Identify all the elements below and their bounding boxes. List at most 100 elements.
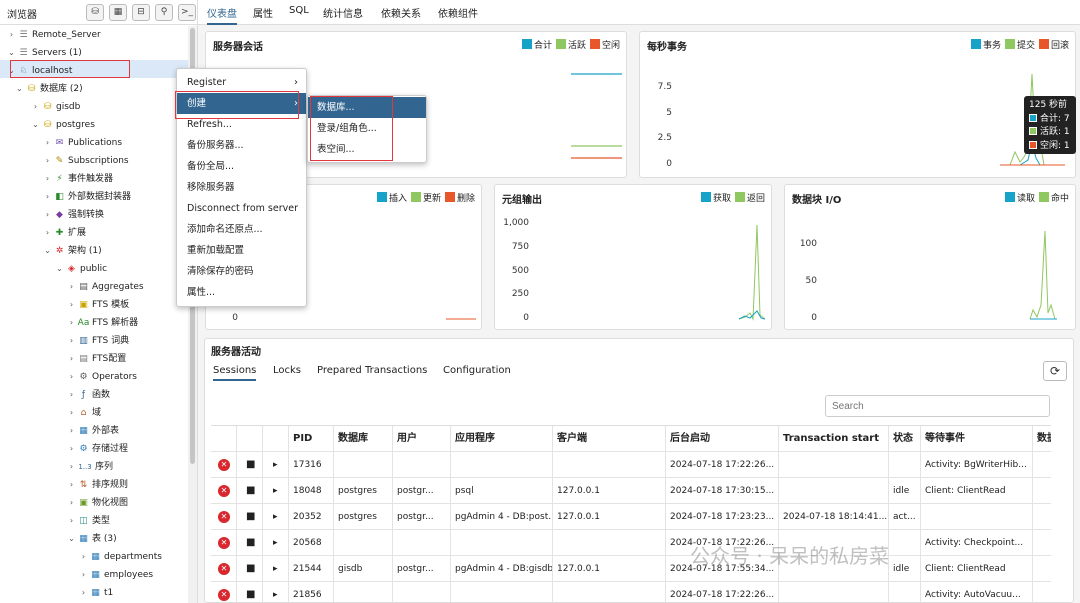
context-menu-item[interactable]: Disconnect from server	[177, 198, 306, 219]
search-tool-button[interactable]: ⚲	[155, 4, 173, 21]
chevron-right-icon[interactable]: ›	[66, 458, 77, 476]
chevron-right-icon[interactable]: ›	[78, 548, 89, 566]
expand-row-icon[interactable]: ▸	[273, 486, 278, 496]
chevron-right-icon[interactable]: ›	[66, 368, 77, 386]
cancel-session-icon[interactable]: ✕	[218, 563, 230, 575]
tree-item[interactable]: › ⇅ 排序规则	[66, 476, 128, 494]
expand-row-icon[interactable]: ▸	[273, 460, 278, 470]
tree-item[interactable]: › ▥ FTS 词典	[66, 332, 129, 350]
tree-item[interactable]: › ▦ employees	[78, 566, 153, 584]
terminate-session-icon[interactable]: ■	[246, 459, 255, 470]
tree-item[interactable]: › ▣ FTS 模板	[66, 296, 129, 314]
tree-item[interactable]: › ▦ 外部表	[66, 422, 119, 440]
tree-item[interactable]: ⌄ ⛁ postgres	[30, 116, 95, 134]
chevron-down-icon[interactable]: ⌄	[42, 242, 53, 260]
chevron-right-icon[interactable]: ›	[66, 350, 77, 368]
chevron-right-icon[interactable]: ›	[42, 224, 53, 242]
terminal-tool-button[interactable]: >_	[178, 4, 196, 21]
database-tool-button[interactable]: ⛁	[86, 4, 104, 21]
chevron-right-icon[interactable]: ›	[6, 26, 17, 44]
expand-row-icon[interactable]: ▸	[273, 590, 278, 600]
context-menu-item[interactable]: 属性...	[177, 282, 306, 303]
tree-item[interactable]: › ▣ 物化视图	[66, 494, 128, 512]
terminate-session-icon[interactable]: ■	[246, 589, 255, 600]
chevron-right-icon[interactable]: ›	[30, 98, 41, 116]
terminate-session-icon[interactable]: ■	[246, 537, 255, 548]
tree-item[interactable]: › ▦ departments	[78, 548, 162, 566]
tree-item[interactable]: ⌄ ◈ public	[54, 260, 107, 278]
chevron-right-icon[interactable]: ›	[42, 170, 53, 188]
tab-1[interactable]: 属性	[253, 5, 273, 20]
chevron-right-icon[interactable]: ›	[66, 476, 77, 494]
chevron-down-icon[interactable]: ⌄	[30, 116, 41, 134]
context-menu-item[interactable]: 重新加载配置	[177, 240, 306, 261]
expand-row-icon[interactable]: ▸	[273, 512, 278, 522]
cancel-session-icon[interactable]: ✕	[218, 485, 230, 497]
tree-item[interactable]: › ⛁ gisdb	[30, 98, 80, 116]
chevron-right-icon[interactable]: ›	[66, 404, 77, 422]
tree-item[interactable]: › ◆ 强制转换	[42, 206, 104, 224]
activity-tab[interactable]: Configuration	[443, 365, 511, 376]
context-menu-item[interactable]: 添加命名还原点...	[177, 219, 306, 240]
chevron-down-icon[interactable]: ⌄	[66, 530, 77, 548]
tab-5[interactable]: 依赖组件	[438, 5, 478, 20]
tree-item[interactable]: › ✉ Publications	[42, 134, 122, 152]
tree-item[interactable]: › ƒ 函数	[66, 386, 110, 404]
activity-search-input[interactable]	[825, 395, 1050, 417]
filter-tool-button[interactable]: ⊟	[132, 4, 150, 21]
tree-item[interactable]: › ⚙ 存储过程	[66, 440, 128, 458]
terminate-session-icon[interactable]: ■	[246, 511, 255, 522]
tab-2[interactable]: SQL	[289, 5, 309, 16]
tree-item[interactable]: › Aa FTS 解析器	[66, 314, 138, 332]
activity-tab[interactable]: Locks	[273, 365, 301, 376]
tree-item[interactable]: › ☰ Remote_Server	[6, 26, 101, 44]
tree-item[interactable]: › ◫ 类型	[66, 512, 110, 530]
chevron-right-icon[interactable]: ›	[42, 206, 53, 224]
chevron-right-icon[interactable]: ›	[42, 152, 53, 170]
tab-0[interactable]: 仪表盘	[207, 5, 237, 25]
tree-item[interactable]: › ✎ Subscriptions	[42, 152, 129, 170]
tree-item[interactable]: › ✚ 扩展	[42, 224, 86, 242]
tree-item[interactable]: › ▦ t1	[78, 584, 113, 602]
chevron-right-icon[interactable]: ›	[66, 332, 77, 350]
terminate-session-icon[interactable]: ■	[246, 563, 255, 574]
cancel-session-icon[interactable]: ✕	[218, 511, 230, 523]
chevron-down-icon[interactable]: ⌄	[14, 80, 25, 98]
terminate-session-icon[interactable]: ■	[246, 485, 255, 496]
chevron-right-icon[interactable]: ›	[78, 584, 89, 602]
tree-item[interactable]: › 1..3 序列	[66, 458, 113, 476]
chevron-right-icon[interactable]: ›	[66, 512, 77, 530]
chevron-right-icon[interactable]: ›	[66, 440, 77, 458]
chevron-right-icon[interactable]: ›	[66, 494, 77, 512]
chevron-down-icon[interactable]: ⌄	[54, 260, 65, 278]
chevron-right-icon[interactable]: ›	[66, 422, 77, 440]
context-menu-item[interactable]: Register ›	[177, 72, 306, 93]
cancel-session-icon[interactable]: ✕	[218, 537, 230, 549]
chevron-right-icon[interactable]: ›	[66, 278, 77, 296]
chevron-right-icon[interactable]: ›	[42, 188, 53, 206]
tree-item[interactable]: ⌄ ✲ 架构 (1)	[42, 242, 101, 260]
chevron-right-icon[interactable]: ›	[66, 386, 77, 404]
tree-item[interactable]: ⌄ ▦ 表 (3)	[66, 530, 116, 548]
chevron-right-icon[interactable]: ›	[66, 314, 77, 332]
tab-4[interactable]: 依赖关系	[381, 5, 421, 20]
context-menu-item[interactable]: 移除服务器	[177, 177, 306, 198]
tree-item[interactable]: ⌄ ⛁ 数据库 (2)	[14, 80, 82, 98]
tree-item[interactable]: › ◧ 外部数据封装器	[42, 188, 131, 206]
context-menu-item[interactable]: 备份服务器...	[177, 135, 306, 156]
cancel-session-icon[interactable]: ✕	[218, 459, 230, 471]
table-tool-button[interactable]: ▦	[109, 4, 127, 21]
chevron-right-icon[interactable]: ›	[66, 296, 77, 314]
context-menu-item[interactable]: 备份全局...	[177, 156, 306, 177]
tree-item[interactable]: › ▤ FTS配置	[66, 350, 126, 368]
cancel-session-icon[interactable]: ✕	[218, 589, 230, 601]
chevron-right-icon[interactable]: ›	[42, 134, 53, 152]
expand-row-icon[interactable]: ▸	[273, 564, 278, 574]
activity-tab[interactable]: Sessions	[213, 365, 257, 381]
tree-item[interactable]: › ⚡ 事件触发器	[42, 170, 113, 188]
expand-row-icon[interactable]: ▸	[273, 538, 278, 548]
tree-item[interactable]: › ▤ Aggregates	[66, 278, 144, 296]
chevron-right-icon[interactable]: ›	[78, 566, 89, 584]
context-menu-item[interactable]: 清除保存的密码	[177, 261, 306, 282]
tree-item[interactable]: › ⚙ Operators	[66, 368, 137, 386]
